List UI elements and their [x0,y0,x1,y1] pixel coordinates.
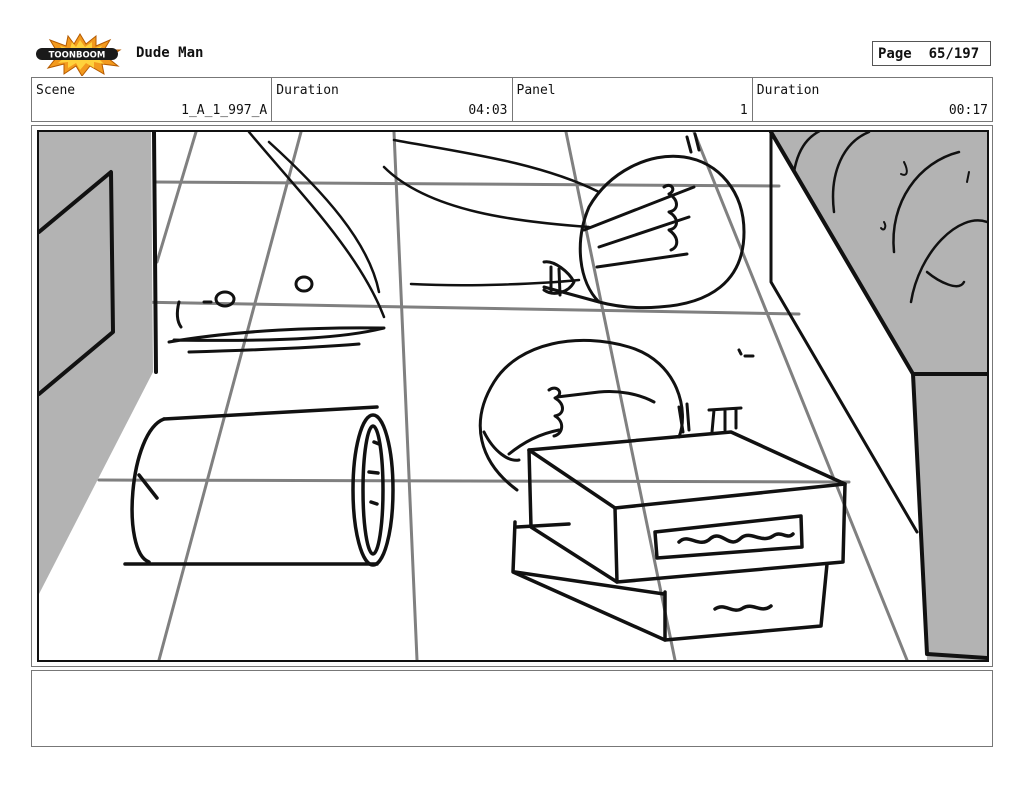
scene-duration-value: 04:03 [468,103,508,118]
page-counter: Page 65/197 [872,41,991,66]
rolled-cylinder [123,405,395,567]
character-face [167,275,386,354]
stacked-books [511,430,847,642]
logo-text: TOONBOOM [49,51,106,61]
panel-cell: Panel 1 [513,78,753,121]
page-label: Page [878,46,912,62]
panel-notes-box [31,670,993,747]
panel-image-area [37,130,989,662]
left-wall [39,132,158,594]
scene-value: 1_A_1_997_A [181,103,268,118]
page-value: 65/197 [928,46,980,62]
panel-notes-text [32,671,992,679]
scene-duration-cell: Duration 04:03 [272,78,513,121]
panel-duration-value: 00:17 [948,103,988,118]
storyboard-sketch [39,132,987,660]
floor-lightbulb [478,338,755,492]
hanging-lightbulb [542,132,746,310]
project-title: Dude Man [136,45,204,61]
panel-value: 1 [739,103,748,118]
toon-boom-logo: TOONBOOM [36,33,122,76]
panel-duration-label: Duration [756,83,820,98]
panel-duration-cell: Duration 00:17 [753,78,992,121]
panel-label: Panel [516,83,556,98]
scene-cell: Scene 1_A_1_997_A [32,78,273,121]
panel-info-bar: Scene 1_A_1_997_A Duration 04:03 Panel 1… [31,77,993,122]
scene-label: Scene [36,83,76,98]
scene-duration-label: Duration [276,83,339,98]
floor-grid [97,132,909,660]
right-wall [769,132,987,660]
